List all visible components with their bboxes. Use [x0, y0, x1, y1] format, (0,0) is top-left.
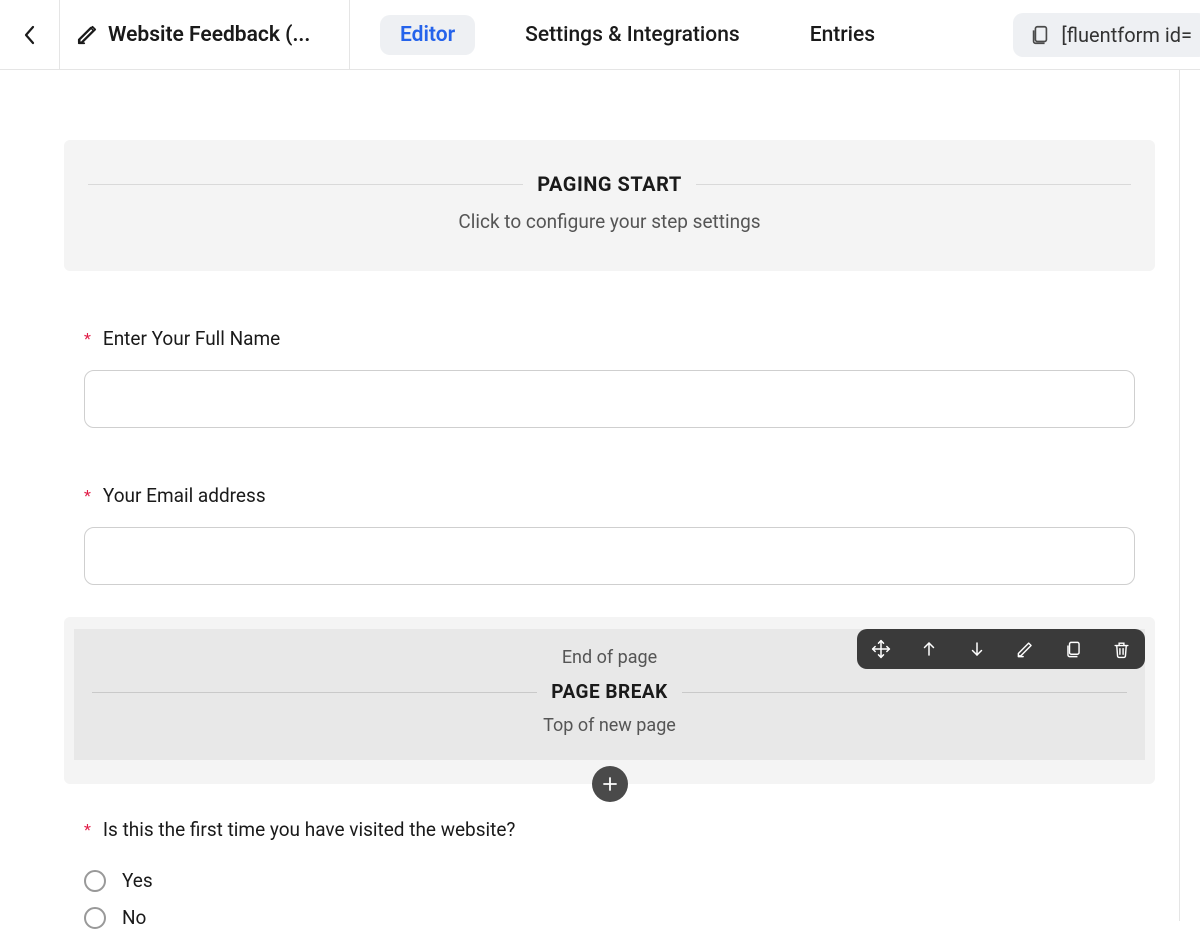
radio-option-yes[interactable]: Yes	[84, 869, 1135, 892]
field-first-visit[interactable]: * Is this the first time you have visite…	[64, 818, 1155, 929]
field-label: * Is this the first time you have visite…	[84, 818, 1135, 841]
delete-button[interactable]	[1109, 637, 1133, 661]
chevron-left-icon	[22, 23, 38, 47]
shortcode-pill[interactable]: [fluentform id=	[1013, 13, 1200, 57]
duplicate-button[interactable]	[1061, 637, 1085, 661]
move-icon	[871, 639, 891, 659]
form-canvas: PAGING START Click to configure your ste…	[0, 70, 1200, 929]
paging-start-block[interactable]: PAGING START Click to configure your ste…	[64, 140, 1155, 271]
arrow-up-icon	[920, 640, 938, 658]
tab-editor[interactable]: Editor	[380, 15, 475, 55]
field-label-text: Enter Your Full Name	[103, 327, 280, 350]
copy-icon	[1064, 640, 1083, 659]
copy-icon	[1029, 24, 1051, 46]
paging-start-heading: PAGING START	[88, 172, 1131, 196]
trash-icon	[1112, 640, 1131, 659]
field-label-text: Is this the first time you have visited …	[103, 818, 516, 841]
tab-settings[interactable]: Settings & Integrations	[505, 15, 760, 55]
email-input[interactable]	[84, 527, 1135, 585]
edit-icon	[76, 24, 98, 46]
field-label: * Enter Your Full Name	[84, 327, 1135, 350]
required-indicator: *	[84, 329, 91, 348]
move-button[interactable]	[869, 637, 893, 661]
field-full-name[interactable]: * Enter Your Full Name	[64, 327, 1155, 428]
full-name-input[interactable]	[84, 370, 1135, 428]
top-bar: Website Feedback (... Editor Settings & …	[0, 0, 1200, 70]
radio-label: Yes	[122, 869, 153, 892]
field-toolbar	[857, 629, 1145, 669]
radio-input[interactable]	[84, 870, 106, 892]
required-indicator: *	[84, 820, 91, 839]
radio-label: No	[122, 906, 146, 929]
page-break-block[interactable]: End of page PAGE BREAK Top of new page	[64, 617, 1155, 784]
shortcode-text: [fluentform id=	[1061, 23, 1192, 47]
edit-button[interactable]	[1013, 637, 1037, 661]
arrow-down-icon	[968, 640, 986, 658]
right-divider	[1179, 70, 1180, 921]
back-button[interactable]	[0, 0, 60, 69]
edit-icon	[1016, 640, 1035, 659]
paging-start-title: PAGING START	[523, 172, 695, 196]
tabs: Editor Settings & Integrations Entries	[350, 15, 1013, 55]
move-up-button[interactable]	[917, 637, 941, 661]
radio-option-no[interactable]: No	[84, 906, 1135, 929]
tab-entries[interactable]: Entries	[790, 15, 895, 55]
plus-icon	[601, 775, 619, 793]
radio-input[interactable]	[84, 907, 106, 929]
form-title[interactable]: Website Feedback (...	[60, 23, 326, 47]
field-email[interactable]: * Your Email address	[64, 484, 1155, 585]
top-bar-left: Website Feedback (...	[0, 0, 350, 69]
required-indicator: *	[84, 486, 91, 505]
page-break-top-text: Top of new page	[74, 715, 1145, 736]
form-title-text: Website Feedback (...	[108, 23, 310, 47]
add-field-button[interactable]	[592, 766, 628, 802]
page-break-inner: End of page PAGE BREAK Top of new page	[74, 629, 1145, 760]
page-break-heading: PAGE BREAK	[92, 680, 1127, 703]
field-label-text: Your Email address	[103, 484, 266, 507]
paging-start-subtitle: Click to configure your step settings	[88, 210, 1131, 233]
field-label: * Your Email address	[84, 484, 1135, 507]
page-break-title: PAGE BREAK	[537, 680, 682, 703]
move-down-button[interactable]	[965, 637, 989, 661]
